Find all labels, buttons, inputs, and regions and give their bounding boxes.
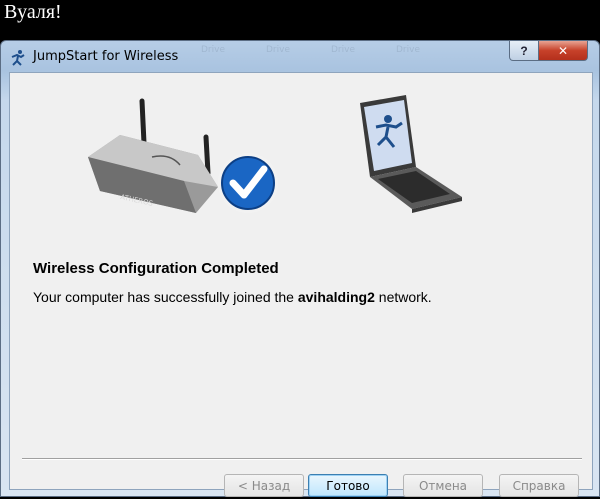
dialog-window: JumpStart for Wireless Drive Drive Drive… — [0, 40, 600, 497]
close-button[interactable]: ✕ — [538, 41, 588, 61]
title-bar[interactable]: JumpStart for Wireless Drive Drive Drive… — [1, 41, 599, 73]
background-drive-label: Drive — [396, 45, 420, 55]
help-title-button[interactable]: ? — [509, 41, 539, 61]
background-drive-label: Drive — [266, 45, 290, 55]
help-button[interactable]: Справка — [499, 474, 579, 497]
button-separator — [22, 458, 582, 460]
completion-heading: Wireless Configuration Completed — [33, 260, 279, 277]
dialog-client-area: ATHEROS Wireless Configuration Completed… — [9, 72, 593, 497]
background-drive-label: Drive — [331, 45, 355, 55]
router-icon: ATHEROS — [88, 98, 278, 213]
cancel-button[interactable]: Отмена — [403, 474, 483, 497]
checkmark-icon — [218, 153, 278, 213]
page-caption: Вуаля! — [4, 1, 62, 23]
message-prefix: Your computer has successfully joined th… — [33, 289, 298, 305]
laptop-icon — [360, 95, 462, 213]
network-name: avihalding2 — [297, 289, 375, 305]
back-button[interactable]: < Назад — [224, 474, 304, 497]
window-title: JumpStart for Wireless — [33, 49, 179, 64]
message-suffix: network. — [374, 289, 432, 305]
jumpstart-runner-icon — [11, 50, 25, 66]
completion-message: Your computer has successfully joined th… — [33, 289, 432, 305]
background-drive-label: Drive — [201, 45, 225, 55]
finish-button[interactable]: Готово — [308, 474, 388, 497]
